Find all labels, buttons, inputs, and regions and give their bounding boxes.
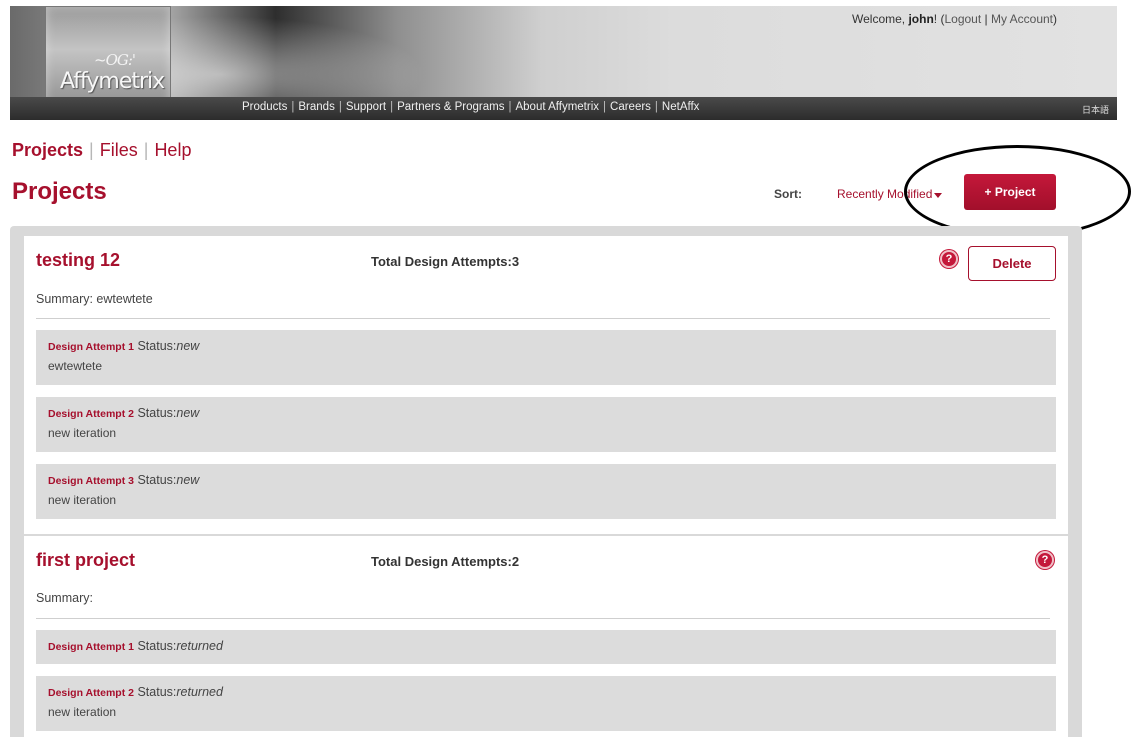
nav-netaffx[interactable]: NetAffx (662, 101, 700, 113)
delete-project-button[interactable]: Delete (968, 246, 1056, 281)
welcome-suffix: ! ( (933, 12, 945, 26)
attempt-status-label: Status: (137, 685, 177, 699)
attempt-status-label: Status: (137, 406, 177, 420)
logo-mark-icon: ~OG:' (94, 51, 136, 69)
logo-text: Affymetrix (60, 69, 165, 94)
divider (36, 618, 1050, 619)
attempt-status: new (176, 473, 200, 487)
subnav-files[interactable]: Files (100, 140, 138, 160)
attempt-status-label: Status: (137, 639, 177, 653)
nav-separator: | (338, 101, 342, 113)
sub-navigation: Projects | Files | Help (12, 140, 191, 161)
nav-about-affymetrix[interactable]: About Affymetrix (515, 101, 599, 113)
attempt-description: new iteration (48, 493, 117, 507)
welcome-close: ) (1053, 12, 1057, 26)
design-attempt-row[interactable]: Design Attempt 3 Status:new new iteratio… (36, 464, 1056, 519)
chevron-down-icon[interactable] (934, 193, 942, 198)
main-nav-links: Products | Brands | Support | Partners & Progr… (242, 101, 699, 113)
nav-products[interactable]: Products (242, 101, 287, 113)
projects-list: testing 12 Total Design Attempts:3 ? Del… (10, 226, 1082, 737)
site-header: ~OG:' Affymetrix Welcome, john! (Logout … (10, 6, 1117, 120)
attempt-description: new iteration (48, 705, 117, 719)
nav-separator: | (654, 101, 658, 113)
welcome-prefix: Welcome, (852, 12, 909, 26)
divider (36, 318, 1050, 319)
subnav-separator: | (143, 140, 149, 160)
page-title: Projects (12, 178, 107, 205)
language-link-japanese[interactable]: 日本語 (1082, 103, 1109, 116)
attempt-description: new iteration (48, 426, 117, 440)
design-attempt-row[interactable]: Design Attempt 2 Status:new new iteratio… (36, 397, 1056, 452)
attempt-status: new (176, 406, 200, 420)
nav-partners-programs[interactable]: Partners & Programs (397, 101, 504, 113)
attempt-name[interactable]: Design Attempt 2 (48, 687, 134, 699)
subnav-projects[interactable]: Projects (12, 140, 83, 160)
nav-brands[interactable]: Brands (298, 101, 334, 113)
design-attempt-row[interactable]: Design Attempt 1 Status:new ewtewtete (36, 330, 1056, 385)
project-summary: Summary: ewtewtete (36, 292, 153, 306)
attempt-description: ewtewtete (48, 359, 103, 373)
subnav-separator: | (89, 140, 94, 160)
help-icon[interactable]: ? (940, 250, 958, 268)
nav-separator: | (603, 101, 607, 113)
project-card: first project Total Design Attempts:2 ? … (24, 536, 1068, 737)
design-attempt-row[interactable]: Design Attempt 2 Status:returned new ite… (36, 676, 1056, 731)
attempt-status-label: Status: (137, 339, 177, 353)
project-name[interactable]: first project (36, 550, 135, 571)
sort-dropdown[interactable]: Recently Modified (837, 187, 932, 201)
subnav-help[interactable]: Help (154, 140, 191, 160)
nav-separator: | (291, 101, 295, 113)
nav-separator: | (508, 101, 512, 113)
attempt-name[interactable]: Design Attempt 1 (48, 641, 134, 653)
sort-label: Sort: (774, 187, 802, 201)
welcome-username: john (908, 12, 934, 26)
attempt-name[interactable]: Design Attempt 2 (48, 408, 134, 420)
help-icon[interactable]: ? (1036, 551, 1054, 569)
welcome-message: Welcome, john! (Logout | My Account) (852, 12, 1057, 26)
project-summary: Summary: (36, 591, 93, 605)
nav-separator: | (390, 101, 394, 113)
my-account-link[interactable]: My Account (991, 12, 1053, 26)
logout-link[interactable]: Logout (944, 12, 981, 26)
attempt-status-label: Status: (137, 473, 177, 487)
project-name[interactable]: testing 12 (36, 250, 120, 271)
nav-careers[interactable]: Careers (610, 101, 651, 113)
total-design-attempts: Total Design Attempts:2 (371, 554, 520, 569)
attempt-name[interactable]: Design Attempt 3 (48, 475, 134, 487)
attempt-name[interactable]: Design Attempt 1 (48, 341, 134, 353)
main-navbar: Products | Brands | Support | Partners & Progr… (10, 97, 1117, 120)
add-project-button[interactable]: + Project (964, 174, 1056, 210)
total-design-attempts: Total Design Attempts:3 (371, 254, 520, 269)
attempt-status: new (176, 339, 200, 353)
attempt-status: returned (176, 639, 223, 653)
design-attempt-row[interactable]: Design Attempt 1 Status:returned (36, 630, 1056, 664)
nav-support[interactable]: Support (346, 101, 386, 113)
attempt-status: returned (176, 685, 223, 699)
project-card: testing 12 Total Design Attempts:3 ? Del… (24, 236, 1068, 534)
